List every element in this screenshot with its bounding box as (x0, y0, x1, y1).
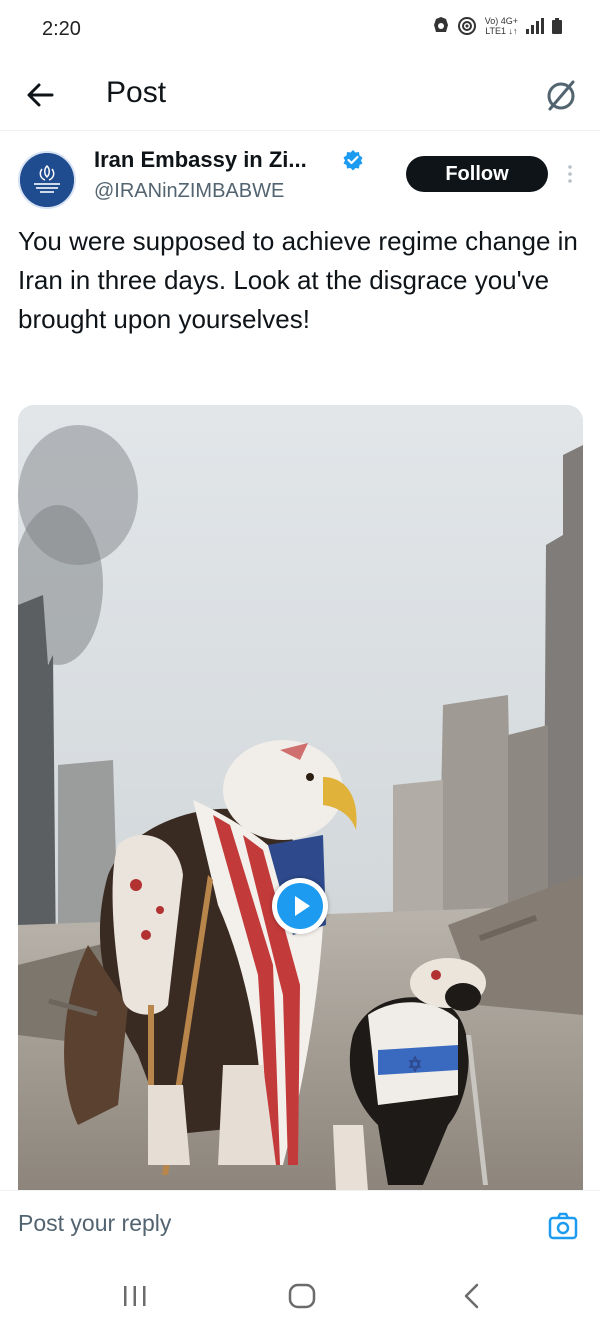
follow-button[interactable]: Follow (406, 156, 548, 192)
play-icon (277, 883, 323, 929)
alarm-icon (433, 17, 448, 32)
play-button[interactable] (272, 878, 328, 934)
video-thumbnail (18, 405, 583, 1191)
more-options-icon[interactable] (562, 160, 578, 188)
author-handle[interactable]: @IRANinZIMBABWE (94, 180, 284, 203)
hotspot-icon (457, 17, 476, 35)
system-nav-bar (0, 1257, 600, 1333)
status-icons: Vo) 4G+ LTE1 ↓↑ (433, 16, 562, 36)
network-line-1: Vo) 4G+ (484, 16, 518, 26)
status-time: 2:20 (42, 18, 81, 40)
chevron-left-icon[interactable] (460, 1283, 484, 1309)
home-icon[interactable] (288, 1283, 316, 1309)
network-type: Vo) 4G+ LTE1 ↓↑ (485, 16, 518, 36)
network-line-2: LTE1 ↓↑ (485, 26, 518, 36)
post-text: You were supposed to achieve regime chan… (18, 226, 578, 334)
verified-badge-icon (343, 150, 363, 171)
reply-input[interactable] (18, 1205, 518, 1241)
arrow-left-icon[interactable] (22, 77, 58, 113)
post-media-video[interactable] (18, 405, 583, 1191)
page-title: Post (106, 76, 167, 109)
camera-icon[interactable] (548, 1211, 578, 1241)
post-header: Iran Embassy in Zi... @IRANinZIMBABWE Fo… (0, 130, 600, 216)
reply-bar (0, 1190, 600, 1258)
avatar[interactable] (18, 151, 76, 209)
author-name[interactable]: Iran Embassy in Zi... (94, 147, 307, 173)
embassy-emblem-icon (20, 153, 74, 207)
battery-icon (552, 18, 562, 34)
recents-icon[interactable] (120, 1285, 150, 1307)
status-bar: 2:20 Vo) 4G+ LTE1 ↓↑ (0, 0, 600, 60)
signal-icon (526, 18, 544, 34)
grok-slash-circle-icon[interactable] (542, 76, 580, 114)
top-app-bar: Post (0, 60, 600, 131)
